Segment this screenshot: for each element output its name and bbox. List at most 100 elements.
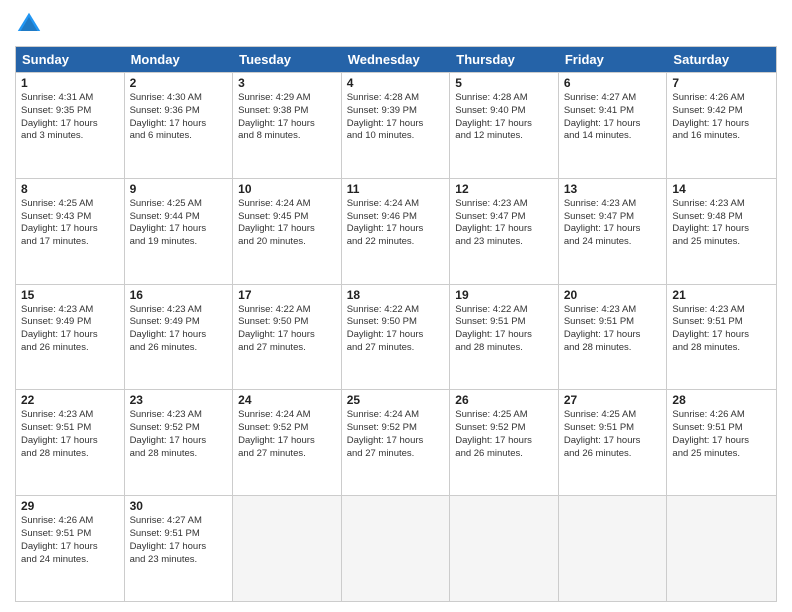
calendar-header-row: SundayMondayTuesdayWednesdayThursdayFrid…: [16, 47, 776, 72]
cell-line: Sunset: 9:50 PM: [347, 316, 445, 329]
day-number: 14: [672, 182, 771, 196]
cal-cell: 21Sunrise: 4:23 AMSunset: 9:51 PMDayligh…: [667, 285, 776, 390]
cell-line: Daylight: 17 hours: [347, 435, 445, 448]
cell-line: and 28 minutes.: [564, 342, 662, 355]
day-number: 6: [564, 76, 662, 90]
cell-line: Sunrise: 4:31 AM: [21, 92, 119, 105]
day-number: 22: [21, 393, 119, 407]
cal-cell: 23Sunrise: 4:23 AMSunset: 9:52 PMDayligh…: [125, 390, 234, 495]
cell-line: Daylight: 17 hours: [130, 329, 228, 342]
cell-line: Daylight: 17 hours: [455, 435, 553, 448]
cell-line: Sunset: 9:51 PM: [564, 422, 662, 435]
cal-cell: 15Sunrise: 4:23 AMSunset: 9:49 PMDayligh…: [16, 285, 125, 390]
cell-line: Sunrise: 4:25 AM: [455, 409, 553, 422]
cell-line: Sunrise: 4:27 AM: [130, 515, 228, 528]
cell-line: and 10 minutes.: [347, 130, 445, 143]
cal-cell: 8Sunrise: 4:25 AMSunset: 9:43 PMDaylight…: [16, 179, 125, 284]
cell-line: and 6 minutes.: [130, 130, 228, 143]
cell-line: Sunrise: 4:24 AM: [238, 198, 336, 211]
cell-line: Sunset: 9:52 PM: [455, 422, 553, 435]
cell-line: and 25 minutes.: [672, 448, 771, 461]
day-number: 13: [564, 182, 662, 196]
day-number: 18: [347, 288, 445, 302]
cal-cell: 10Sunrise: 4:24 AMSunset: 9:45 PMDayligh…: [233, 179, 342, 284]
cell-line: Sunrise: 4:23 AM: [672, 198, 771, 211]
cell-line: Sunrise: 4:24 AM: [347, 198, 445, 211]
cell-line: and 25 minutes.: [672, 236, 771, 249]
cell-line: Sunrise: 4:30 AM: [130, 92, 228, 105]
cal-header-cell: Thursday: [450, 47, 559, 72]
day-number: 9: [130, 182, 228, 196]
cell-line: Daylight: 17 hours: [672, 329, 771, 342]
day-number: 21: [672, 288, 771, 302]
cell-line: Daylight: 17 hours: [238, 223, 336, 236]
cell-line: Daylight: 17 hours: [672, 118, 771, 131]
day-number: 7: [672, 76, 771, 90]
day-number: 20: [564, 288, 662, 302]
cal-header-cell: Tuesday: [233, 47, 342, 72]
cell-line: Daylight: 17 hours: [21, 329, 119, 342]
cell-line: Sunset: 9:47 PM: [564, 211, 662, 224]
cell-line: and 24 minutes.: [564, 236, 662, 249]
cell-line: Sunrise: 4:23 AM: [130, 409, 228, 422]
cal-header-cell: Friday: [559, 47, 668, 72]
cal-cell: [342, 496, 451, 601]
cell-line: Daylight: 17 hours: [238, 435, 336, 448]
day-number: 8: [21, 182, 119, 196]
cell-line: and 20 minutes.: [238, 236, 336, 249]
cell-line: Sunset: 9:51 PM: [672, 422, 771, 435]
cal-cell: 27Sunrise: 4:25 AMSunset: 9:51 PMDayligh…: [559, 390, 668, 495]
cell-line: Sunrise: 4:28 AM: [455, 92, 553, 105]
calendar: SundayMondayTuesdayWednesdayThursdayFrid…: [15, 46, 777, 602]
cal-header-cell: Monday: [125, 47, 234, 72]
cell-line: Daylight: 17 hours: [238, 329, 336, 342]
cell-line: and 12 minutes.: [455, 130, 553, 143]
cell-line: Daylight: 17 hours: [238, 118, 336, 131]
cell-line: Sunset: 9:48 PM: [672, 211, 771, 224]
calendar-body: 1Sunrise: 4:31 AMSunset: 9:35 PMDaylight…: [16, 72, 776, 601]
day-number: 12: [455, 182, 553, 196]
cal-cell: 20Sunrise: 4:23 AMSunset: 9:51 PMDayligh…: [559, 285, 668, 390]
day-number: 5: [455, 76, 553, 90]
day-number: 16: [130, 288, 228, 302]
cell-line: and 8 minutes.: [238, 130, 336, 143]
cell-line: Sunset: 9:42 PM: [672, 105, 771, 118]
cal-cell: [667, 496, 776, 601]
cal-row: 8Sunrise: 4:25 AMSunset: 9:43 PMDaylight…: [16, 178, 776, 284]
day-number: 23: [130, 393, 228, 407]
page: SundayMondayTuesdayWednesdayThursdayFrid…: [0, 0, 792, 612]
day-number: 2: [130, 76, 228, 90]
cell-line: Sunset: 9:36 PM: [130, 105, 228, 118]
cell-line: Sunrise: 4:23 AM: [21, 409, 119, 422]
cell-line: Daylight: 17 hours: [347, 329, 445, 342]
cell-line: Sunrise: 4:23 AM: [130, 304, 228, 317]
cell-line: and 27 minutes.: [347, 342, 445, 355]
cell-line: and 22 minutes.: [347, 236, 445, 249]
cell-line: Sunrise: 4:22 AM: [238, 304, 336, 317]
cell-line: Sunrise: 4:22 AM: [455, 304, 553, 317]
cell-line: Sunrise: 4:24 AM: [347, 409, 445, 422]
day-number: 3: [238, 76, 336, 90]
day-number: 15: [21, 288, 119, 302]
cal-cell: 2Sunrise: 4:30 AMSunset: 9:36 PMDaylight…: [125, 73, 234, 178]
cal-cell: 1Sunrise: 4:31 AMSunset: 9:35 PMDaylight…: [16, 73, 125, 178]
cell-line: Daylight: 17 hours: [347, 223, 445, 236]
cal-row: 1Sunrise: 4:31 AMSunset: 9:35 PMDaylight…: [16, 72, 776, 178]
cell-line: Daylight: 17 hours: [347, 118, 445, 131]
cell-line: Sunrise: 4:24 AM: [238, 409, 336, 422]
day-number: 10: [238, 182, 336, 196]
cell-line: and 14 minutes.: [564, 130, 662, 143]
cell-line: Daylight: 17 hours: [564, 118, 662, 131]
cell-line: Daylight: 17 hours: [130, 435, 228, 448]
cell-line: and 27 minutes.: [238, 342, 336, 355]
cell-line: Daylight: 17 hours: [455, 329, 553, 342]
day-number: 26: [455, 393, 553, 407]
cal-cell: 18Sunrise: 4:22 AMSunset: 9:50 PMDayligh…: [342, 285, 451, 390]
cell-line: and 26 minutes.: [130, 342, 228, 355]
cell-line: Sunset: 9:47 PM: [455, 211, 553, 224]
cell-line: and 28 minutes.: [21, 448, 119, 461]
cell-line: and 24 minutes.: [21, 554, 119, 567]
day-number: 25: [347, 393, 445, 407]
cell-line: Sunrise: 4:26 AM: [672, 409, 771, 422]
cal-row: 29Sunrise: 4:26 AMSunset: 9:51 PMDayligh…: [16, 495, 776, 601]
